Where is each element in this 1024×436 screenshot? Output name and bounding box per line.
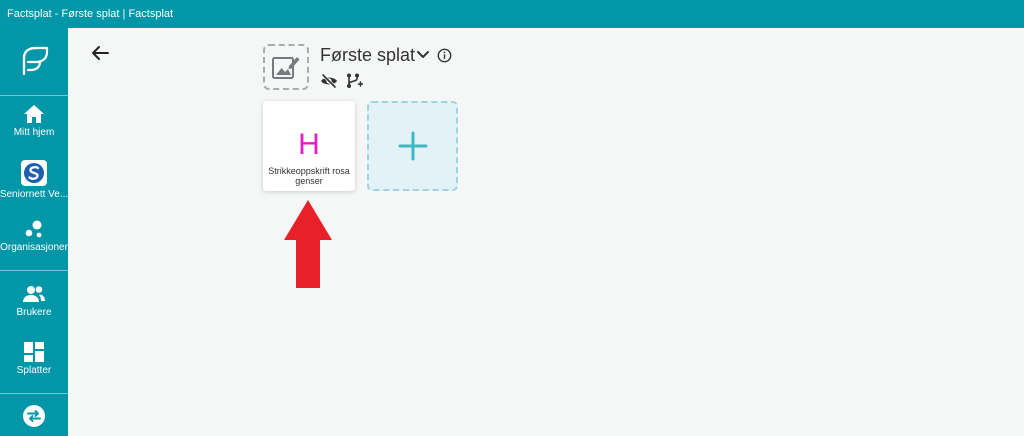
info-icon[interactable] [437, 48, 452, 63]
sidebar-divider [0, 270, 68, 271]
factsplat-logo-icon [22, 46, 49, 75]
window-titlebar: Factsplat - Første splat | Factsplat [0, 0, 1024, 28]
sidebar-item-home[interactable]: Mitt hjem [0, 104, 68, 139]
dashboard-icon [24, 342, 44, 362]
sidebar-item-organization[interactable]: Seniornett Ve... [0, 160, 68, 201]
fact-card-letter: H [298, 128, 320, 161]
factsplat-logo[interactable] [0, 28, 68, 96]
sidebar-item-label: Brukere [16, 307, 52, 318]
fact-card[interactable]: H Strikkeoppskrift rosa genser [263, 101, 355, 191]
fact-card-name: Strikkeoppskrift rosa genser [268, 166, 350, 186]
sidebar-item-label: Seniornett Ve... [0, 189, 68, 200]
sidebar-item-organizations[interactable]: Organisasjoner [0, 219, 68, 254]
sidebar: Mitt hjem Seniornett Ve... Organisasjone… [0, 28, 68, 436]
splat-title: Første splat [320, 45, 416, 65]
add-fact-button[interactable] [367, 101, 458, 191]
plus-icon [398, 131, 427, 161]
eye-off-icon[interactable] [320, 73, 338, 89]
sidebar-item-label: Organisasjoner [0, 242, 68, 253]
sidebar-item-users[interactable]: Brukere [0, 284, 68, 319]
window-title: Factsplat - Første splat | Factsplat [7, 8, 174, 20]
organizations-icon [25, 220, 42, 238]
image-edit-icon [272, 57, 300, 79]
users-icon [23, 286, 45, 302]
red-arrow-annotation [284, 200, 332, 288]
chevron-down-icon[interactable] [416, 49, 430, 61]
organization-logo-icon [21, 160, 47, 186]
back-button[interactable] [89, 42, 111, 64]
arrow-left-icon [92, 46, 109, 60]
home-icon [24, 105, 44, 123]
sidebar-divider [0, 393, 68, 394]
share-tree-icon[interactable] [345, 72, 363, 90]
sidebar-item-label: Mitt hjem [13, 127, 55, 138]
swap-icon [23, 405, 45, 427]
sidebar-item-label: Splatter [16, 365, 52, 376]
sidebar-item-splats[interactable]: Splatter [0, 342, 68, 377]
sidebar-item-switch[interactable] [0, 404, 68, 428]
splat-image-placeholder[interactable] [263, 44, 309, 90]
